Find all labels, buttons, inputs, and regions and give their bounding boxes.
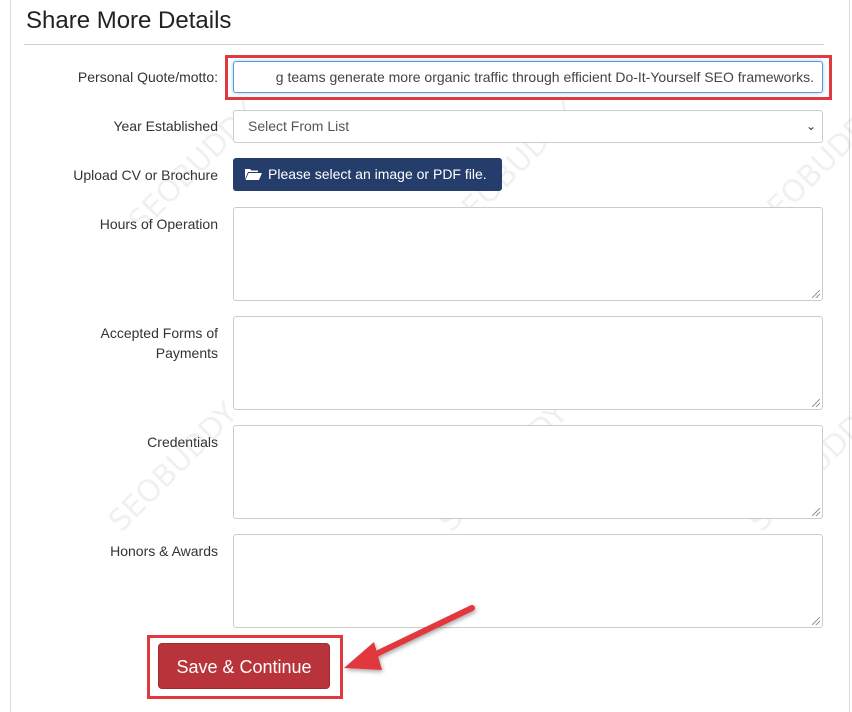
- resize-grip-icon[interactable]: [812, 399, 820, 407]
- honors-label: Honors & Awards: [110, 543, 218, 559]
- upload-button-label: Please select an image or PDF file.: [268, 166, 487, 182]
- year-select[interactable]: Select From List ⌄: [233, 110, 823, 143]
- annotation-arrow-icon: [344, 605, 475, 670]
- hours-textarea[interactable]: [233, 207, 823, 301]
- chevron-down-icon: ⌄: [805, 119, 816, 133]
- credentials-textarea[interactable]: [233, 425, 823, 519]
- honors-textarea[interactable]: [233, 534, 823, 628]
- section-title: Share More Details: [26, 7, 232, 34]
- folder-open-icon: [245, 169, 262, 180]
- upload-file-button[interactable]: Please select an image or PDF file.: [233, 158, 502, 191]
- payments-label: Accepted Forms of Payments: [100, 325, 219, 361]
- resize-grip-icon[interactable]: [812, 290, 820, 298]
- save-continue-button[interactable]: Save & Continue: [158, 643, 330, 689]
- resize-grip-icon[interactable]: [812, 508, 820, 516]
- upload-label: Upload CV or Brochure: [73, 167, 218, 183]
- title-divider: [24, 44, 824, 45]
- hours-label: Hours of Operation: [99, 216, 218, 232]
- resize-grip-icon[interactable]: [812, 617, 820, 625]
- credentials-label: Credentials: [147, 434, 218, 450]
- quote-label: Personal Quote/motto:: [77, 69, 218, 85]
- year-label: Year Established: [113, 118, 218, 134]
- payments-textarea[interactable]: [233, 316, 823, 410]
- quote-highlight-box: [225, 55, 832, 100]
- year-select-value: Select From List: [248, 118, 350, 134]
